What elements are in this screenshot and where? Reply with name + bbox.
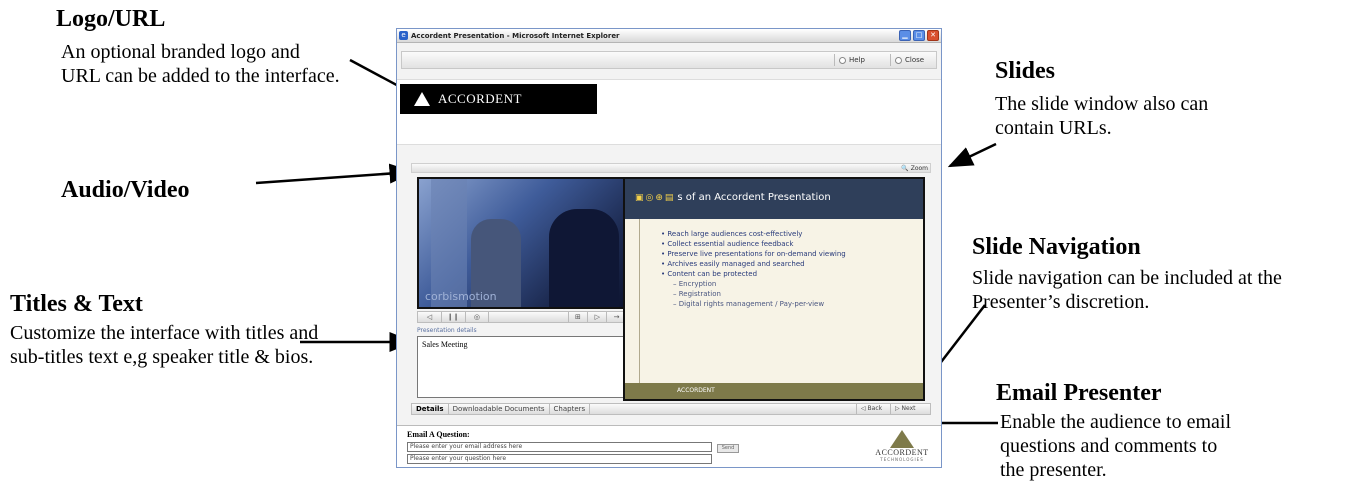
tab-details[interactable]: Details [412, 404, 449, 414]
help-label: Help [849, 56, 865, 64]
video-scene-figure [549, 209, 619, 307]
slide-window: ▣◎⊕▤s of an Accordent Presentation Reach… [623, 177, 925, 401]
minimize-icon[interactable]: ▁ [899, 30, 911, 41]
slide-title: s of an Accordent Presentation [677, 192, 831, 203]
accordent-triangle-icon [890, 430, 914, 448]
email-area: Email A Question: Please enter your emai… [397, 425, 941, 467]
slide-nav-annotation-desc: Slide navigation can be included at the … [972, 267, 1282, 313]
logo-text: ACCORDENT [438, 91, 522, 106]
question-input[interactable]: Please enter your question here [407, 454, 712, 464]
maximize-icon[interactable]: □ [913, 30, 925, 41]
slides-arrow [947, 142, 997, 168]
accordent-logo-text: ACCORDENT [875, 448, 929, 457]
help-button[interactable]: Help [834, 54, 886, 66]
logo-area: ACCORDENT [397, 79, 941, 145]
slide-bullet: Archives easily managed and searched [661, 259, 846, 269]
slide-divider [639, 219, 640, 387]
titles-text-annotation-title: Titles & Text [10, 291, 143, 317]
slide-bullet: Collect essential audience feedback [661, 239, 846, 249]
magnifier-icon: 🔍 [901, 165, 909, 172]
send-button[interactable]: Send [717, 444, 739, 453]
logo-annotation-title: Logo/URL [56, 6, 166, 32]
tab-downloadable-documents[interactable]: Downloadable Documents [449, 404, 550, 414]
slide-tool-icons[interactable]: ▣◎⊕▤ [635, 179, 675, 217]
details-text: Sales Meeting [417, 336, 627, 398]
back-button[interactable]: ◁ Back [856, 404, 882, 414]
slide-sub-bullet: Registration [661, 289, 846, 299]
ie-icon: e [399, 31, 408, 40]
seek-track[interactable] [489, 312, 569, 322]
audio-video-annotation-title: Audio/Video [61, 177, 190, 203]
window-titlebar: e Accordent Presentation - Microsoft Int… [397, 29, 941, 43]
video-player[interactable]: corbismotion [417, 177, 627, 309]
audio-video-arrow [255, 163, 415, 185]
accordent-logo: ACCORDENT TECHNOLOGIES [871, 428, 933, 467]
volume-icon[interactable]: ◎ [466, 312, 490, 322]
brand-logo-link[interactable]: ACCORDENT [400, 84, 597, 114]
close-button[interactable]: Close [890, 54, 934, 66]
slide-bullet: Reach large audiences cost-effectively [661, 229, 846, 239]
slide-footer-logo: ACCORDENT [677, 387, 715, 394]
email-input[interactable]: Please enter your email address here [407, 442, 712, 452]
close-circle-icon [895, 56, 902, 64]
slide-footer: ACCORDENT [625, 383, 923, 399]
window-title: Accordent Presentation - Microsoft Inter… [411, 31, 620, 40]
zoom-label: Zoom [910, 165, 928, 172]
top-toolbar: Help Close [401, 51, 937, 69]
email-annotation-desc: Enable the audience to email questions a… [1000, 411, 1232, 481]
slide-bullet: Preserve live presentations for on-deman… [661, 249, 845, 259]
window-controls: ▁ □ ✕ [899, 30, 939, 41]
logo-annotation: Logo/URL [56, 6, 165, 32]
presentation-window: e Accordent Presentation - Microsoft Int… [396, 28, 942, 468]
close-icon[interactable]: ✕ [927, 30, 939, 41]
player-controls: ◁ ❙❙ ◎ ⊞ ▷ → [417, 311, 627, 323]
next-button[interactable]: ▷ Next [890, 404, 916, 414]
titles-text-annotation-desc: Customize the interface with titles and … [10, 322, 319, 368]
logo-annotation-desc: An optional branded logo and URL can be … [61, 41, 340, 87]
video-watermark: corbismotion [425, 290, 497, 303]
accordent-logo-sub: TECHNOLOGIES [880, 457, 924, 462]
details-label: Presentation details [417, 327, 477, 334]
slide-sub-bullet: Encryption [661, 279, 846, 289]
slides-annotation-desc: The slide window also can contain URLs. [995, 93, 1209, 139]
slide-bullets: Reach large audiences cost-effectively C… [661, 229, 846, 309]
slide-header: ▣◎⊕▤ s of an Accordent Presentation [625, 179, 923, 219]
play-icon[interactable]: ▷ [588, 312, 608, 322]
slide-sub-bullet: Digital rights management / Pay-per-view [661, 299, 846, 309]
rewind-icon[interactable]: ◁ [418, 312, 442, 322]
close-label: Close [905, 56, 925, 64]
accordent-triangle-icon [414, 92, 430, 106]
tab-bar: Details Downloadable Documents Chapters … [411, 403, 931, 415]
slides-annotation-title: Slides [995, 58, 1056, 84]
fullscreen-icon[interactable]: ⊞ [569, 312, 589, 322]
help-icon [839, 56, 846, 64]
slide-bullet: Content can be protected [661, 269, 846, 279]
email-annotation-title: Email Presenter [996, 380, 1162, 406]
tab-chapters[interactable]: Chapters [550, 404, 591, 414]
zoom-bar: 🔍 Zoom [411, 163, 931, 173]
pause-icon[interactable]: ❙❙ [442, 312, 466, 322]
next-label: Next [901, 405, 916, 412]
zoom-button[interactable]: 🔍 Zoom [901, 164, 928, 173]
back-label: Back [867, 405, 883, 412]
email-question-label: Email A Question: [407, 430, 470, 439]
slide-nav-annotation-title: Slide Navigation [972, 234, 1141, 260]
